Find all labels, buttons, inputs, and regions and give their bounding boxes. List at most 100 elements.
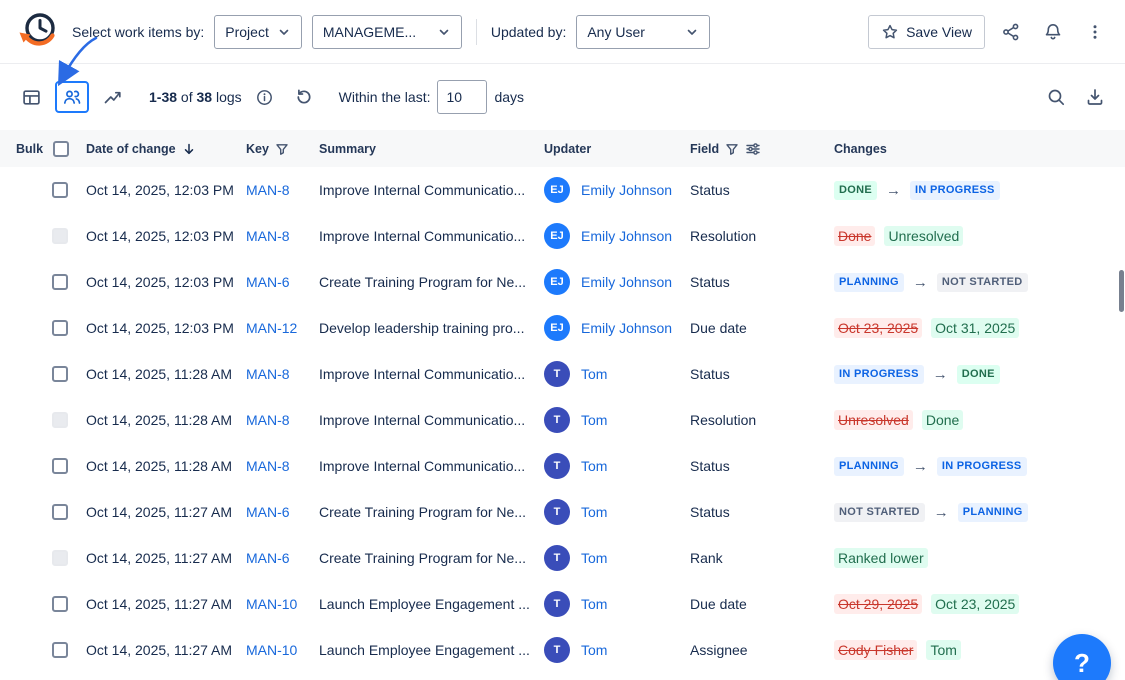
status-badge: DONE <box>834 181 877 200</box>
updater-name-link[interactable]: Emily Johnson <box>581 228 672 244</box>
refresh-button[interactable] <box>288 81 320 113</box>
col-key-label: Key <box>246 142 269 156</box>
log-count-unit: logs <box>216 89 242 105</box>
col-field-label: Field <box>690 142 719 156</box>
new-value: Unresolved <box>884 226 963 246</box>
table-row: Oct 14, 2025, 12:03 PM MAN-12 Develop le… <box>0 305 1125 351</box>
table-view-button[interactable] <box>14 81 48 113</box>
updater-name-link[interactable]: Tom <box>581 642 607 658</box>
updater-avatar: T <box>544 637 570 663</box>
row-checkbox[interactable] <box>52 412 68 428</box>
updater-name-link[interactable]: Tom <box>581 458 607 474</box>
row-date: Oct 14, 2025, 11:27 AM <box>86 596 246 612</box>
row-checkbox[interactable] <box>52 366 68 382</box>
row-checkbox[interactable] <box>52 458 68 474</box>
old-value: Done <box>834 226 875 246</box>
within-days-input[interactable] <box>437 80 487 114</box>
people-view-button[interactable] <box>55 81 89 113</box>
updater-avatar: EJ <box>544 315 570 341</box>
key-filter-icon[interactable] <box>275 142 289 156</box>
status-badge: PLANNING <box>958 503 1028 522</box>
work-item-key-link[interactable]: MAN-6 <box>246 550 290 566</box>
count-info-button[interactable] <box>249 81 281 113</box>
updater-name-link[interactable]: Tom <box>581 412 607 428</box>
col-changes-label: Changes <box>834 142 887 156</box>
updater-name-link[interactable]: Tom <box>581 504 607 520</box>
work-item-key-link[interactable]: MAN-8 <box>246 458 290 474</box>
row-checkbox[interactable] <box>52 642 68 658</box>
row-summary: Improve Internal Communicatio... <box>319 366 544 382</box>
col-summary-label: Summary <box>319 142 376 156</box>
trend-view-button[interactable] <box>96 81 130 113</box>
work-item-key-link[interactable]: MAN-6 <box>246 504 290 520</box>
table-row: Oct 14, 2025, 11:28 AM MAN-8 Improve Int… <box>0 397 1125 443</box>
download-button[interactable] <box>1079 81 1111 113</box>
share-button[interactable] <box>995 16 1027 48</box>
project-type-dropdown[interactable]: Project <box>214 15 302 49</box>
updated-by-dropdown[interactable]: Any User <box>576 15 710 49</box>
status-badge: IN PROGRESS <box>910 181 1000 200</box>
row-date: Oct 14, 2025, 12:03 PM <box>86 320 246 336</box>
table-view-icon <box>22 88 41 107</box>
row-checkbox[interactable] <box>52 550 68 566</box>
people-view-icon <box>62 87 82 107</box>
work-item-key-link[interactable]: MAN-10 <box>246 596 297 612</box>
row-field: Due date <box>690 320 834 336</box>
work-item-key-link[interactable]: MAN-8 <box>246 228 290 244</box>
change-arrow-icon: → <box>913 459 928 474</box>
work-item-key-link[interactable]: MAN-10 <box>246 642 297 658</box>
save-view-button[interactable]: Save View <box>868 15 985 49</box>
row-summary: Create Training Program for Ne... <box>319 550 544 566</box>
row-date: Oct 14, 2025, 11:28 AM <box>86 366 246 382</box>
select-all-checkbox[interactable] <box>53 141 69 157</box>
app-root: Select work items by: Project MANAGEME..… <box>0 0 1125 680</box>
row-changes: Done Unresolved <box>834 226 1109 246</box>
notifications-button[interactable] <box>1037 16 1069 48</box>
vertical-scrollbar[interactable] <box>1119 270 1124 312</box>
row-checkbox[interactable] <box>52 596 68 612</box>
updater-name-link[interactable]: Tom <box>581 366 607 382</box>
row-field: Status <box>690 458 834 474</box>
status-badge: NOT STARTED <box>937 273 1028 292</box>
project-select-dropdown[interactable]: MANAGEME... <box>312 15 462 49</box>
more-menu-button[interactable] <box>1079 16 1111 48</box>
info-icon <box>256 89 273 106</box>
row-checkbox[interactable] <box>52 182 68 198</box>
work-item-key-link[interactable]: MAN-8 <box>246 412 290 428</box>
row-field: Assignee <box>690 642 834 658</box>
row-changes: Oct 23, 2025Oct 31, 2025 <box>834 318 1109 338</box>
topbar: Select work items by: Project MANAGEME..… <box>0 0 1125 64</box>
filter-settings-icon[interactable] <box>745 141 761 157</box>
search-button[interactable] <box>1040 81 1072 113</box>
star-icon <box>881 23 899 41</box>
updater-name-link[interactable]: Emily Johnson <box>581 274 672 290</box>
updater-name-link[interactable]: Tom <box>581 550 607 566</box>
row-checkbox[interactable] <box>52 504 68 520</box>
updater-name-link[interactable]: Emily Johnson <box>581 182 672 198</box>
table-row: Oct 14, 2025, 11:27 AM MAN-6 Create Trai… <box>0 489 1125 535</box>
row-checkbox[interactable] <box>52 274 68 290</box>
old-value: Oct 29, 2025 <box>834 594 922 614</box>
row-field: Rank <box>690 550 834 566</box>
row-changes: Ranked lower <box>834 548 1109 568</box>
row-date: Oct 14, 2025, 11:27 AM <box>86 642 246 658</box>
row-changes: PLANNING→NOT STARTED <box>834 273 1109 292</box>
status-badge: IN PROGRESS <box>834 365 924 384</box>
chevron-down-icon <box>277 25 291 39</box>
work-item-key-link[interactable]: MAN-12 <box>246 320 297 336</box>
row-summary: Create Training Program for Ne... <box>319 274 544 290</box>
project-type-value: Project <box>225 24 269 40</box>
new-value: Oct 23, 2025 <box>931 594 1019 614</box>
work-item-key-link[interactable]: MAN-8 <box>246 182 290 198</box>
sort-desc-icon[interactable] <box>182 142 196 156</box>
updater-name-link[interactable]: Tom <box>581 596 607 612</box>
row-checkbox[interactable] <box>52 320 68 336</box>
row-changes: DONE→IN PROGRESS <box>834 181 1109 200</box>
row-checkbox[interactable] <box>52 228 68 244</box>
work-item-key-link[interactable]: MAN-8 <box>246 366 290 382</box>
field-filter-icon[interactable] <box>725 142 739 156</box>
work-item-key-link[interactable]: MAN-6 <box>246 274 290 290</box>
row-date: Oct 14, 2025, 11:28 AM <box>86 458 246 474</box>
updater-name-link[interactable]: Emily Johnson <box>581 320 672 336</box>
row-date: Oct 14, 2025, 12:03 PM <box>86 228 246 244</box>
